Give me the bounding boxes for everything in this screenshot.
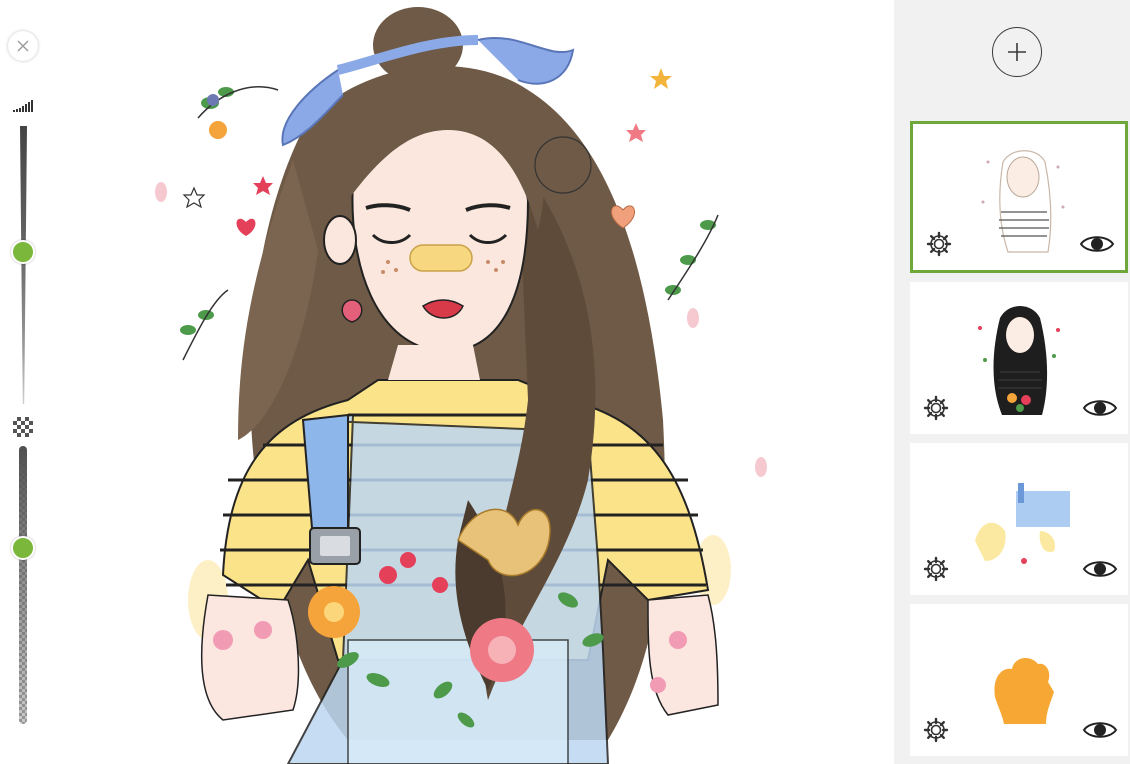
- close-icon: [17, 40, 29, 52]
- eye-icon[interactable]: [1082, 396, 1118, 420]
- layer-thumbnail: [978, 306, 1060, 415]
- opacity-slider-thumb[interactable]: [11, 536, 35, 560]
- opacity-slider[interactable]: [19, 446, 27, 724]
- layers-panel: [894, 0, 1130, 764]
- gear-icon[interactable]: [922, 716, 950, 744]
- gear-icon[interactable]: [922, 555, 950, 583]
- brush-size-icon: [13, 100, 33, 112]
- brush-size-slider[interactable]: [20, 126, 27, 404]
- brush-size-slider-thumb[interactable]: [11, 240, 35, 264]
- layer-card-4[interactable]: [910, 604, 1128, 756]
- close-button[interactable]: [8, 31, 38, 61]
- drawing-canvas[interactable]: [48, 0, 894, 764]
- eye-icon[interactable]: [1079, 232, 1115, 256]
- eye-icon[interactable]: [1082, 557, 1118, 581]
- layer-thumbnail: [981, 150, 1065, 253]
- eye-icon[interactable]: [1082, 718, 1118, 742]
- gear-icon[interactable]: [922, 394, 950, 422]
- layer-card-2[interactable]: [910, 282, 1128, 434]
- layer-card-3[interactable]: [910, 443, 1128, 595]
- plus-icon: [1008, 43, 1026, 61]
- layer-thumbnail: [994, 657, 1054, 724]
- opacity-icon: [13, 417, 33, 437]
- add-layer-button[interactable]: [992, 27, 1042, 77]
- layer-thumbnail: [975, 483, 1070, 564]
- gear-icon[interactable]: [925, 230, 953, 258]
- artwork: [155, 7, 767, 764]
- layer-card-1[interactable]: [910, 121, 1128, 273]
